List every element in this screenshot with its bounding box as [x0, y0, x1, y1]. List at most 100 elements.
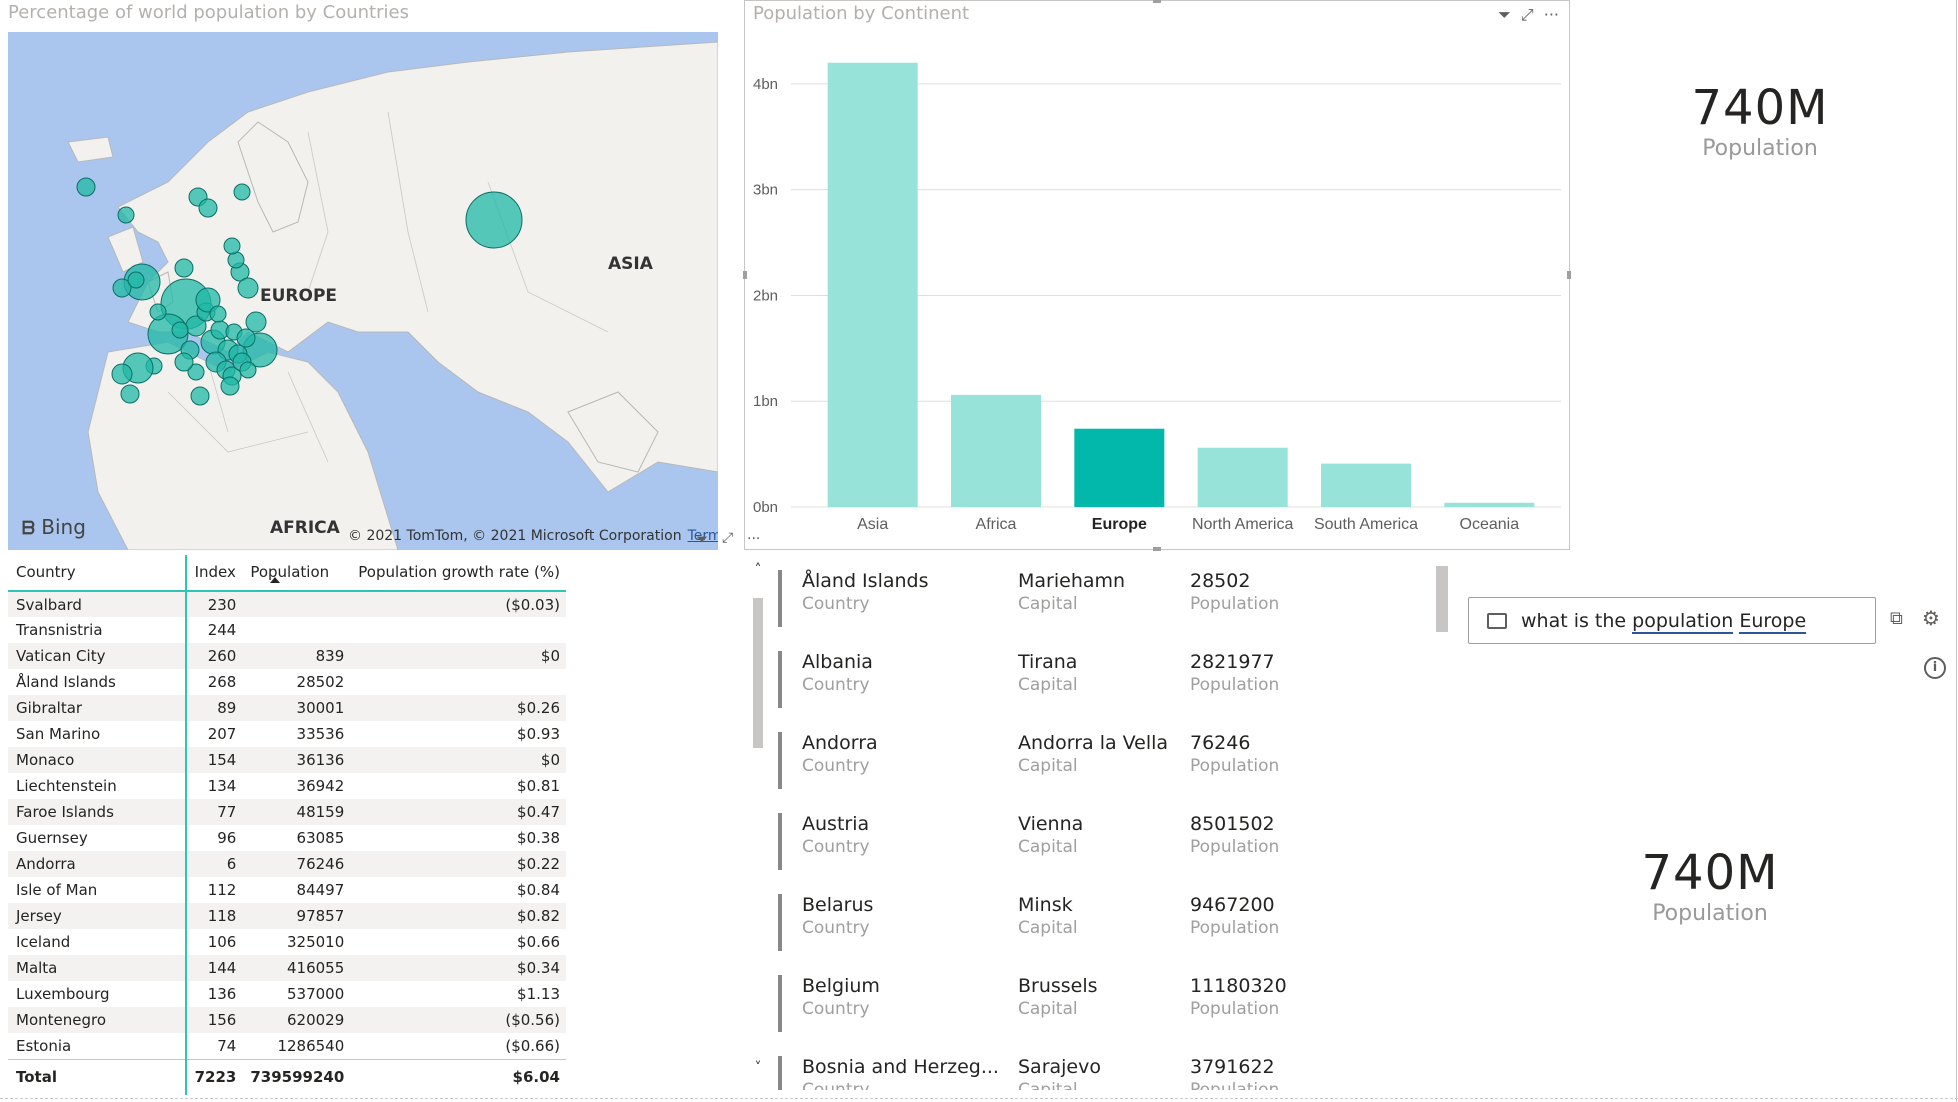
list-item[interactable]: Belgium Country Brussels Capital 11180320 Pop…: [778, 975, 1428, 1032]
capital-value: Andorra la Vella: [1018, 732, 1169, 754]
qa-query-text: what is the population Europe: [1521, 609, 1807, 634]
population-value: 3791622: [1190, 1056, 1275, 1078]
scroll-down-arrow[interactable]: ˅: [750, 1060, 766, 1076]
table-row[interactable]: Transnistria 244: [8, 617, 566, 643]
field-population: 2821977 Population: [1190, 651, 1279, 695]
map-bubble[interactable]: [198, 198, 218, 218]
table-row[interactable]: Gibraltar 89 30001 $0.26: [8, 695, 566, 721]
table-row[interactable]: Montenegro 156 620029 ($0.56): [8, 1007, 566, 1033]
column-header-index[interactable]: Index: [185, 555, 243, 592]
x-tick-label: Europe: [1092, 516, 1147, 533]
field-country: Åland Islands Country: [802, 570, 929, 614]
list-item[interactable]: Bosnia and Herzeg... Country Sarajevo Capit…: [778, 1056, 1428, 1090]
map-bubble[interactable]: [236, 328, 256, 348]
cell-growth-rate: [350, 617, 566, 643]
filter-icon[interactable]: ⏷: [696, 530, 708, 548]
table-row[interactable]: Vatican City 260 839 $0: [8, 643, 566, 669]
gear-icon[interactable]: ⚙: [1922, 606, 1940, 630]
list-item[interactable]: Belarus Country Minsk Capital 9467200 Populat…: [778, 894, 1428, 951]
country-value: Belarus: [802, 894, 874, 916]
population-card[interactable]: 740M Population: [1550, 845, 1870, 965]
column-header-population[interactable]: Population: [242, 555, 351, 592]
map-bubble[interactable]: [223, 237, 241, 255]
list-item[interactable]: Austria Country Vienna Capital 8501502 Popula…: [778, 813, 1428, 870]
table-row[interactable]: Guernsey 96 63085 $0.38: [8, 825, 566, 851]
bar-north-america[interactable]: [1197, 447, 1288, 507]
more-options-icon[interactable]: ···: [747, 531, 760, 547]
multi-row-scroll-thumb[interactable]: [1436, 566, 1448, 632]
multi-row-card[interactable]: Åland Islands Country Mariehamn Capital 2850…: [778, 560, 1428, 1090]
country-table[interactable]: Country Index Population Population grow…: [8, 555, 568, 1095]
map-bubble[interactable]: [220, 376, 240, 396]
map-bubble[interactable]: [174, 352, 194, 372]
population-value: 28502: [1190, 570, 1251, 592]
table-row[interactable]: San Marino 207 33536 $0.93: [8, 721, 566, 747]
turn-into-visual-icon[interactable]: ⧉: [1890, 608, 1903, 629]
population-value: 2821977: [1190, 651, 1275, 673]
map-bubble[interactable]: [127, 271, 145, 289]
bar-oceania[interactable]: [1444, 502, 1535, 507]
resize-handle[interactable]: [1153, 547, 1161, 551]
map-bubble[interactable]: [233, 183, 251, 201]
focus-mode-icon[interactable]: ⤢: [722, 530, 733, 546]
scroll-up-arrow[interactable]: ˄: [750, 562, 766, 578]
table-scrollbar[interactable]: ˄ ˅: [750, 562, 766, 1076]
cell-growth-rate: $0.38: [517, 829, 560, 847]
bar-europe[interactable]: [1074, 428, 1165, 507]
resize-handle[interactable]: [743, 271, 747, 279]
map-bubble[interactable]: [174, 258, 194, 278]
column-header-growth-rate[interactable]: Population growth rate (%): [350, 555, 566, 592]
map-bubble[interactable]: [149, 303, 167, 321]
map-bubble[interactable]: [111, 363, 133, 385]
column-header-country[interactable]: Country: [8, 555, 187, 592]
table-row[interactable]: Andorra 6 76246 $0.22: [8, 851, 566, 877]
cell-growth-rate: $0: [350, 643, 566, 669]
map-canvas[interactable]: ASIA EUROPE AFRICA ᗷ Bing © 2021 TomTom,…: [8, 32, 718, 550]
x-tick-label: Oceania: [1460, 516, 1520, 533]
table-row[interactable]: Malta 144 416055 $0.34: [8, 955, 566, 981]
cell-country: Andorra: [8, 851, 187, 877]
total-label: Total: [8, 1058, 187, 1095]
list-item[interactable]: Andorra Country Andorra la Vella Capital 762…: [778, 732, 1428, 789]
map-bubble[interactable]: [171, 321, 189, 339]
sort-ascending-icon[interactable]: [270, 577, 280, 583]
bar-africa[interactable]: [951, 394, 1041, 507]
map-bubble[interactable]: [237, 277, 259, 299]
map-visual[interactable]: Percentage of world population by Countr…: [0, 0, 733, 552]
map-bubble[interactable]: [465, 191, 523, 249]
list-item[interactable]: Albania Country Tirana Capital 2821977 Popula…: [778, 651, 1428, 708]
population-card[interactable]: 740M Population: [1600, 80, 1920, 200]
field-population: 76246 Population: [1190, 732, 1279, 776]
scroll-thumb[interactable]: [753, 598, 763, 748]
resize-handle[interactable]: [1567, 271, 1571, 279]
resize-handle[interactable]: [1153, 0, 1161, 3]
table-row[interactable]: Åland Islands 268 28502: [8, 669, 566, 695]
table-row[interactable]: Luxembourg 136 537000 $1.13: [8, 981, 566, 1007]
table-row[interactable]: Estonia 74 1286540 ($0.66): [8, 1033, 566, 1059]
table-row[interactable]: Monaco 154 36136 $0: [8, 747, 566, 773]
bar-chart-visual[interactable]: Population by Continent ⏷ ⤢ ··· 0bn 1bn 2b…: [743, 0, 1571, 551]
map-bubble[interactable]: [227, 251, 245, 269]
qa-input[interactable]: what is the population Europe: [1468, 597, 1876, 644]
map-label-africa: AFRICA: [270, 518, 340, 538]
map-bubble[interactable]: [190, 386, 210, 406]
table-row[interactable]: Faroe Islands 77 48159 $0.47: [8, 799, 566, 825]
bar-south-america[interactable]: [1321, 463, 1411, 507]
map-bubble[interactable]: [120, 384, 140, 404]
cell-growth-rate: $0.81: [517, 777, 560, 795]
map-bubble[interactable]: [239, 361, 257, 379]
info-icon[interactable]: i: [1924, 657, 1946, 679]
table-row[interactable]: Isle of Man 112 84497 $0.84: [8, 877, 566, 903]
country-label: Country: [802, 999, 870, 1019]
table-row[interactable]: Jersey 118 97857 $0.82: [8, 903, 566, 929]
table-row[interactable]: Svalbard 230 ($0.03): [8, 591, 566, 617]
cell-index: 154: [185, 747, 243, 773]
map-bubble[interactable]: [209, 305, 227, 323]
map-bubble[interactable]: [76, 177, 96, 197]
bar-asia[interactable]: [827, 62, 918, 507]
country-label: Country: [802, 594, 870, 614]
list-item[interactable]: Åland Islands Country Mariehamn Capital 2850…: [778, 570, 1428, 627]
table-row[interactable]: Iceland 106 325010 $0.66: [8, 929, 566, 955]
table-row[interactable]: Liechtenstein 134 36942 $0.81: [8, 773, 566, 799]
map-bubble[interactable]: [117, 206, 135, 224]
